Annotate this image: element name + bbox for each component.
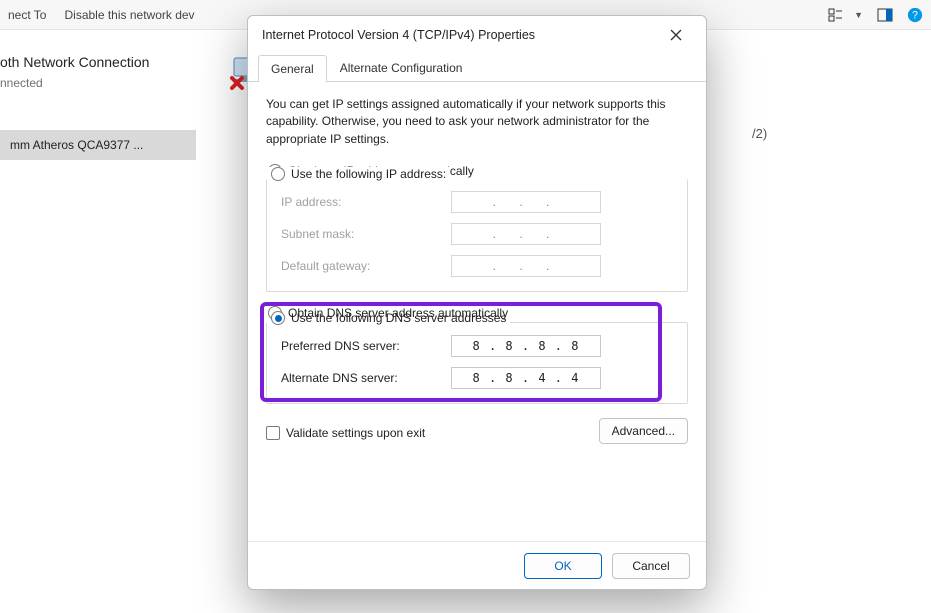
ok-button[interactable]: OK xyxy=(524,553,602,579)
ipv4-properties-dialog: Internet Protocol Version 4 (TCP/IPv4) P… xyxy=(247,15,707,590)
dialog-title: Internet Protocol Version 4 (TCP/IPv4) P… xyxy=(262,28,535,42)
ip-address-input: . . . xyxy=(451,191,601,213)
background-text-fragment: /2) xyxy=(752,126,767,141)
svg-text:?: ? xyxy=(912,9,918,21)
network-item-title: oth Network Connection xyxy=(0,54,210,70)
radio-use-following-dns[interactable]: Use the following DNS server addresses xyxy=(267,311,510,325)
toolbar-connect-to[interactable]: nect To xyxy=(8,8,46,22)
preferred-dns-label: Preferred DNS server: xyxy=(281,339,451,353)
validate-settings-checkbox[interactable]: Validate settings upon exit xyxy=(266,426,425,440)
validate-advanced-row: Validate settings upon exit Advanced... xyxy=(266,418,688,444)
radio-icon xyxy=(271,311,285,325)
tab-alternate-configuration[interactable]: Alternate Configuration xyxy=(327,54,476,81)
preview-pane-icon[interactable] xyxy=(877,7,893,23)
subnet-mask-row: Subnet mask: . . . xyxy=(281,223,673,245)
radio-icon xyxy=(271,167,285,181)
network-item-status: nnected xyxy=(0,76,210,90)
preferred-dns-input[interactable]: 8 . 8 . 8 . 8 xyxy=(451,335,601,357)
ip-address-row: IP address: . . . xyxy=(281,191,673,213)
chevron-down-icon[interactable]: ▼ xyxy=(854,10,863,20)
toolbar-disable-device[interactable]: Disable this network dev xyxy=(64,8,194,22)
default-gateway-row: Default gateway: . . . xyxy=(281,255,673,277)
dialog-tabstrip: General Alternate Configuration xyxy=(248,54,706,82)
dialog-titlebar: Internet Protocol Version 4 (TCP/IPv4) P… xyxy=(248,16,706,54)
ip-address-label: IP address: xyxy=(281,195,451,209)
alternate-dns-row: Alternate DNS server: 8 . 8 . 4 . 4 xyxy=(281,367,673,389)
advanced-button[interactable]: Advanced... xyxy=(599,418,688,444)
dialog-body: You can get IP settings assigned automat… xyxy=(248,82,706,541)
alternate-dns-label: Alternate DNS server: xyxy=(281,371,451,385)
checkbox-icon xyxy=(266,426,280,440)
default-gateway-input: . . . xyxy=(451,255,601,277)
subnet-mask-input: . . . xyxy=(451,223,601,245)
checkbox-label: Validate settings upon exit xyxy=(286,426,425,440)
tab-general[interactable]: General xyxy=(258,55,327,82)
ip-address-section: Obtain an IP address automatically Use t… xyxy=(266,164,688,292)
alternate-dns-input[interactable]: 8 . 8 . 4 . 4 xyxy=(451,367,601,389)
view-options-icon[interactable] xyxy=(828,7,844,23)
default-gateway-label: Default gateway: xyxy=(281,259,451,273)
preferred-dns-row: Preferred DNS server: 8 . 8 . 8 . 8 xyxy=(281,335,673,357)
cancel-button[interactable]: Cancel xyxy=(612,553,690,579)
dns-section: Obtain DNS server address automatically … xyxy=(266,306,688,404)
close-icon xyxy=(670,29,682,41)
dialog-footer: OK Cancel xyxy=(248,541,706,589)
radio-label: Use the following DNS server addresses xyxy=(291,311,506,325)
close-button[interactable] xyxy=(656,20,696,50)
radio-label: Use the following IP address: xyxy=(291,167,446,181)
intro-text: You can get IP settings assigned automat… xyxy=(266,96,688,148)
network-item-selected[interactable]: mm Atheros QCA9377 ... xyxy=(0,130,196,160)
subnet-mask-label: Subnet mask: xyxy=(281,227,451,241)
help-icon[interactable]: ? xyxy=(907,7,923,23)
radio-use-following-ip[interactable]: Use the following IP address: xyxy=(267,167,450,181)
